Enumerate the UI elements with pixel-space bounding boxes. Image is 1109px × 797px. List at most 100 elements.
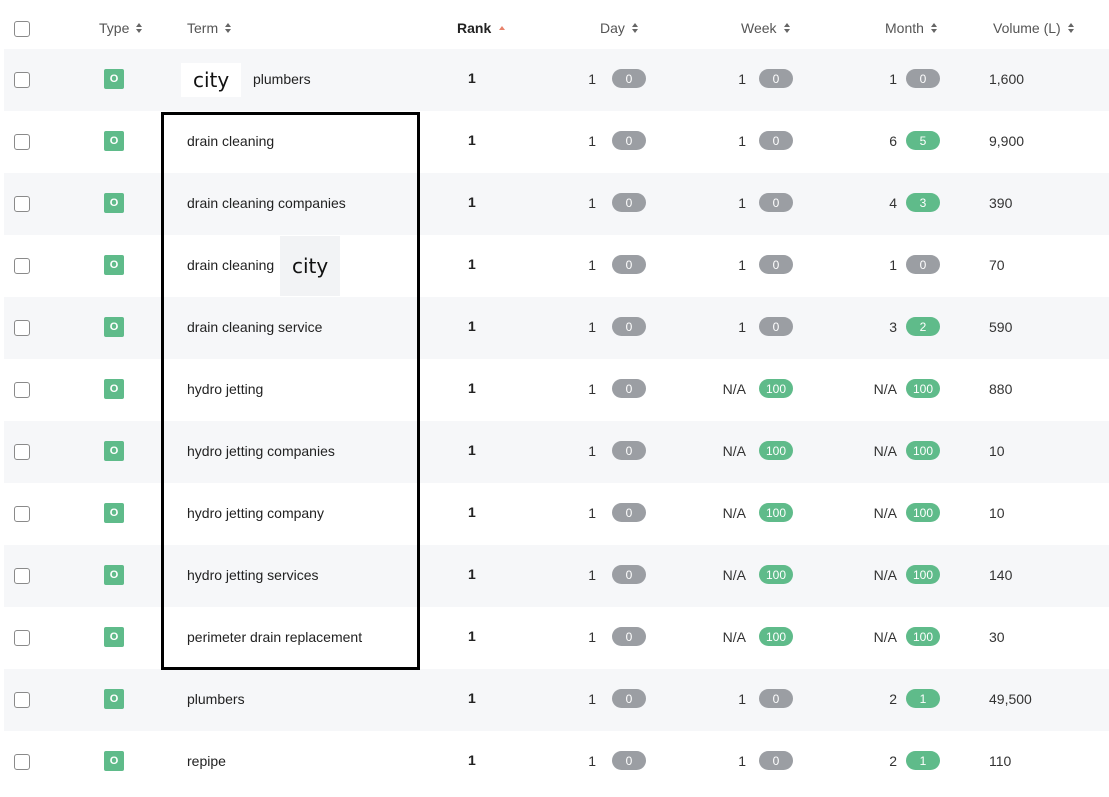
table-row[interactable]: Oplumbers 1 1 0 1 0 2 1 49,500 (4, 669, 1109, 731)
type-badge: O (104, 751, 124, 771)
week-value: 1 (738, 319, 746, 335)
term-label[interactable]: drain cleaning service (187, 319, 322, 335)
col-header-type[interactable]: Type (99, 20, 143, 36)
select-all-checkbox[interactable] (14, 21, 30, 37)
month-value: 1 (889, 71, 897, 87)
row-checkbox[interactable] (14, 568, 30, 584)
week-change-pill: 0 (759, 131, 793, 150)
table-row[interactable]: Orepipe 1 1 0 1 0 2 1 110 (4, 731, 1109, 793)
day-change-pill: 0 (612, 565, 646, 584)
month-value: N/A (873, 381, 897, 397)
term-label[interactable]: hydro jetting (187, 381, 263, 397)
week-change-pill: 100 (759, 627, 793, 646)
day-value: 1 (588, 567, 596, 583)
row-checkbox[interactable] (14, 754, 30, 770)
col-header-volume[interactable]: Volume (L) (993, 20, 1075, 36)
col-header-week[interactable]: Week (741, 20, 791, 36)
table-row[interactable]: Ohydro jetting services 1 1 0 N/A 100 N/A 100 14… (4, 545, 1109, 607)
row-checkbox[interactable] (14, 258, 30, 274)
type-badge: O (104, 441, 124, 461)
row-checkbox[interactable] (14, 196, 30, 212)
volume-value: 9,900 (989, 133, 1025, 149)
term-label[interactable]: hydro jetting services (187, 567, 319, 583)
table-header: Type Term Rank Day Week Month Volume (L) (0, 0, 1109, 50)
row-checkbox[interactable] (14, 692, 30, 708)
month-value: N/A (873, 567, 897, 583)
table-row[interactable]: Operimeter drain replacement 1 1 0 N/A 100 N/A… (4, 607, 1109, 669)
week-change-pill: 100 (759, 503, 793, 522)
week-change-pill: 0 (759, 317, 793, 336)
type-badge: O (104, 69, 124, 89)
day-value: 1 (588, 753, 596, 769)
term-label[interactable]: hydro jetting companies (187, 443, 335, 459)
table-row[interactable]: Ohydro jetting 1 1 0 N/A 100 N/A 100 880 (4, 359, 1109, 421)
rank-value: 1 (468, 380, 476, 396)
term-label[interactable]: plumbers (187, 691, 245, 707)
table-row[interactable]: Odrain cleaning companies 1 1 0 1 0 4 3 390 (4, 173, 1109, 235)
volume-value: 590 (989, 319, 1013, 335)
row-checkbox[interactable] (14, 506, 30, 522)
week-value: 1 (738, 133, 746, 149)
table-row[interactable]: Ohydro jetting company 1 1 0 N/A 100 N/A 100 10 (4, 483, 1109, 545)
month-change-pill: 100 (906, 565, 940, 584)
term-label[interactable]: plumbers (253, 71, 311, 87)
rank-value: 1 (468, 318, 476, 334)
sort-icon (631, 22, 639, 34)
month-change-pill: 3 (906, 193, 940, 212)
col-header-term[interactable]: Term (187, 20, 232, 36)
term-label[interactable]: repipe (187, 753, 226, 769)
day-value: 1 (588, 381, 596, 397)
day-value: 1 (588, 629, 596, 645)
table-row[interactable]: Ohydro jetting companies 1 1 0 N/A 100 N/A 100 1… (4, 421, 1109, 483)
term-label[interactable]: perimeter drain replacement (187, 629, 362, 645)
day-change-pill: 0 (612, 193, 646, 212)
rank-value: 1 (468, 752, 476, 768)
day-change-pill: 0 (612, 751, 646, 770)
month-value: 3 (889, 319, 897, 335)
week-value: 1 (738, 257, 746, 273)
col-header-day[interactable]: Day (600, 20, 639, 36)
table-row[interactable]: Odrain cleaning 1 1 0 1 0 1 0 70 city (4, 235, 1109, 297)
month-change-pill: 1 (906, 751, 940, 770)
term-label[interactable]: drain cleaning (187, 133, 274, 149)
week-change-pill: 0 (759, 193, 793, 212)
table-row[interactable]: Odrain cleaning 1 1 0 1 0 6 5 9,900 (4, 111, 1109, 173)
rank-value: 1 (468, 256, 476, 272)
col-header-rank[interactable]: Rank (457, 20, 506, 36)
term-label[interactable]: drain cleaning companies (187, 195, 346, 211)
row-checkbox[interactable] (14, 630, 30, 646)
month-value: N/A (873, 505, 897, 521)
row-checkbox[interactable] (14, 320, 30, 336)
row-checkbox[interactable] (14, 444, 30, 460)
col-header-month[interactable]: Month (885, 20, 938, 36)
table-row[interactable]: Oplumbers 1 1 0 1 0 1 0 1,600 city (4, 49, 1109, 111)
week-value: N/A (722, 567, 746, 583)
volume-value: 140 (989, 567, 1013, 583)
day-change-pill: 0 (612, 689, 646, 708)
term-label[interactable]: hydro jetting company (187, 505, 324, 521)
month-change-pill: 2 (906, 317, 940, 336)
week-change-pill: 0 (759, 69, 793, 88)
week-value: 1 (738, 691, 746, 707)
day-value: 1 (588, 257, 596, 273)
day-change-pill: 0 (612, 69, 646, 88)
city-overlay-label: city (181, 63, 242, 97)
table-row[interactable]: Odrain cleaning service 1 1 0 1 0 3 2 590 (4, 297, 1109, 359)
week-change-pill: 100 (759, 441, 793, 460)
month-value: N/A (873, 443, 897, 459)
volume-value: 10 (989, 505, 1005, 521)
week-change-pill: 0 (759, 751, 793, 770)
type-badge: O (104, 503, 124, 523)
volume-value: 110 (989, 753, 1012, 769)
sort-icon (1067, 22, 1075, 34)
term-label[interactable]: drain cleaning (187, 257, 274, 273)
month-value: N/A (873, 629, 897, 645)
row-checkbox[interactable] (14, 72, 30, 88)
row-checkbox[interactable] (14, 134, 30, 150)
rank-value: 1 (468, 628, 476, 644)
col-header-type-label: Type (99, 20, 130, 36)
type-badge: O (104, 627, 124, 647)
month-change-pill: 5 (906, 131, 940, 150)
row-checkbox[interactable] (14, 382, 30, 398)
day-change-pill: 0 (612, 627, 646, 646)
